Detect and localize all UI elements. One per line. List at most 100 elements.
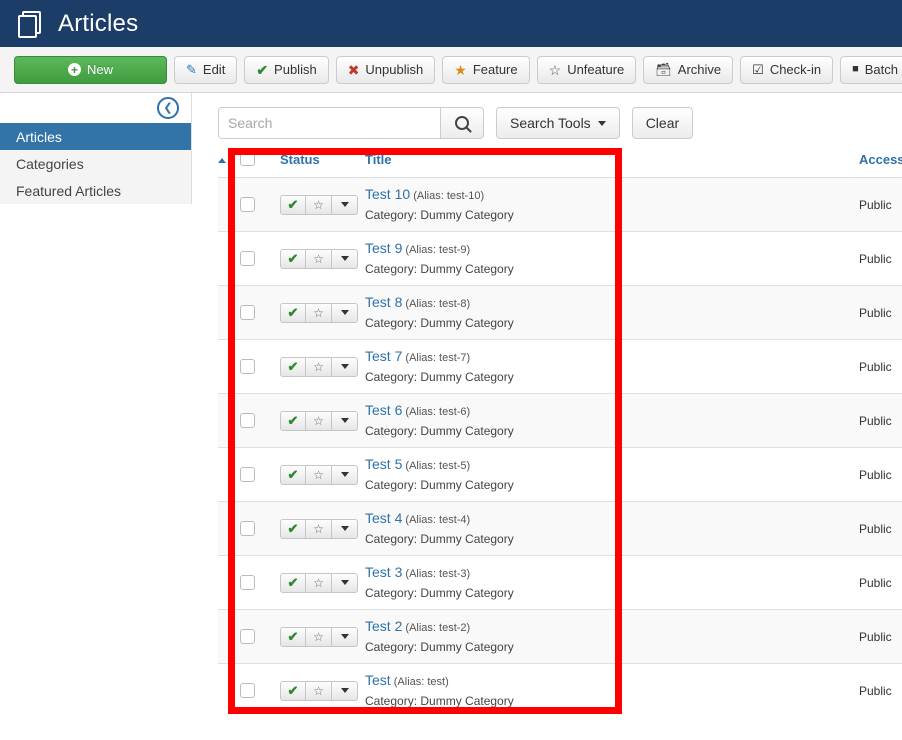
sidebar-item-featured-articles[interactable]: Featured Articles <box>0 177 191 204</box>
feature-button[interactable]: ★ Feature <box>442 56 529 84</box>
row-checkbox[interactable] <box>240 629 255 644</box>
unfeature-button[interactable]: ☆ Unfeature <box>537 56 637 84</box>
article-title-link[interactable]: Test 3 <box>365 564 402 580</box>
caret-down-icon <box>341 580 349 585</box>
feature-toggle-button[interactable]: ☆ <box>306 627 332 647</box>
article-title-link[interactable]: Test 8 <box>365 294 402 310</box>
article-title-link[interactable]: Test 7 <box>365 348 402 364</box>
chevron-down-icon <box>598 121 606 126</box>
sort-column-header[interactable] <box>218 151 240 178</box>
publish-toggle-button[interactable]: ✔ <box>280 357 306 377</box>
feature-toggle-button[interactable]: ☆ <box>306 411 332 431</box>
star-outline-icon: ☆ <box>313 468 324 482</box>
feature-toggle-button[interactable]: ☆ <box>306 573 332 593</box>
row-checkbox[interactable] <box>240 197 255 212</box>
archive-button[interactable]: 🗃 Archive <box>643 56 733 84</box>
feature-toggle-button[interactable]: ☆ <box>306 357 332 377</box>
row-actions-dropdown-button[interactable] <box>332 411 358 431</box>
feature-toggle-button[interactable]: ☆ <box>306 465 332 485</box>
check-icon: ✔ <box>256 63 268 77</box>
publish-toggle-button[interactable]: ✔ <box>280 195 306 215</box>
publish-toggle-button[interactable]: ✔ <box>280 249 306 269</box>
row-access-cell: Public <box>859 340 902 394</box>
title-line: Test 8 (Alias: test-8) <box>365 294 859 313</box>
row-checkbox[interactable] <box>240 359 255 374</box>
publish-toggle-button[interactable]: ✔ <box>280 519 306 539</box>
row-checkbox[interactable] <box>240 413 255 428</box>
table-row: ✔☆Test 7 (Alias: test-7)Category: Dummy … <box>218 340 902 394</box>
row-actions-dropdown-button[interactable] <box>332 519 358 539</box>
article-title-link[interactable]: Test 6 <box>365 402 402 418</box>
feature-toggle-button[interactable]: ☆ <box>306 519 332 539</box>
edit-button-label: Edit <box>203 62 225 77</box>
caret-down-icon <box>341 202 349 207</box>
publish-toggle-button[interactable]: ✔ <box>280 465 306 485</box>
publish-toggle-button[interactable]: ✔ <box>280 573 306 593</box>
row-actions-dropdown-button[interactable] <box>332 249 358 269</box>
search-tools-button[interactable]: Search Tools <box>496 107 620 139</box>
row-checkbox[interactable] <box>240 683 255 698</box>
title-column-header[interactable]: Title <box>365 151 700 178</box>
check-icon: ✔ <box>288 305 299 321</box>
row-checkbox[interactable] <box>240 305 255 320</box>
row-actions-dropdown-button[interactable] <box>332 573 358 593</box>
row-actions-dropdown-button[interactable] <box>332 195 358 215</box>
publish-button[interactable]: ✔ Publish <box>244 56 328 84</box>
row-checkbox[interactable] <box>240 467 255 482</box>
row-checkbox[interactable] <box>240 251 255 266</box>
status-column-header[interactable]: Status <box>280 151 365 178</box>
row-actions-dropdown-button[interactable] <box>332 681 358 701</box>
unpublish-button[interactable]: ✖ Unpublish <box>336 56 436 84</box>
feature-toggle-button[interactable]: ☆ <box>306 303 332 323</box>
article-title-link[interactable]: Test <box>365 672 391 688</box>
article-title-link[interactable]: Test 2 <box>365 618 402 634</box>
edit-button[interactable]: ✎ Edit <box>174 56 237 84</box>
pencil-square-icon: ✎ <box>186 63 197 76</box>
article-title-link[interactable]: Test 5 <box>365 456 402 472</box>
row-actions-dropdown-button[interactable] <box>332 627 358 647</box>
title-line: Test 9 (Alias: test-9) <box>365 240 859 259</box>
checkbox-checked-icon: ☑ <box>752 63 764 76</box>
row-checkbox[interactable] <box>240 575 255 590</box>
publish-toggle-button[interactable]: ✔ <box>280 411 306 431</box>
status-button-group: ✔☆ <box>280 519 358 539</box>
article-title-link[interactable]: Test 4 <box>365 510 402 526</box>
clear-button[interactable]: Clear <box>632 107 693 139</box>
publish-toggle-button[interactable]: ✔ <box>280 303 306 323</box>
title-line: Test 5 (Alias: test-5) <box>365 456 859 475</box>
article-title-link[interactable]: Test 10 <box>365 186 410 202</box>
row-select-cell <box>240 232 280 286</box>
search-input[interactable] <box>218 107 440 139</box>
sidebar-item-categories[interactable]: Categories <box>0 150 191 177</box>
select-all-checkbox[interactable] <box>240 151 255 166</box>
star-outline-icon: ☆ <box>549 63 562 77</box>
access-column-header[interactable]: Access <box>859 151 902 178</box>
title-line: Test 3 (Alias: test-3) <box>365 564 859 583</box>
row-title-cell: Test 6 (Alias: test-6)Category: Dummy Ca… <box>365 394 859 448</box>
row-drag-cell <box>218 664 240 718</box>
article-title-link[interactable]: Test 9 <box>365 240 402 256</box>
row-checkbox[interactable] <box>240 521 255 536</box>
star-filled-icon: ★ <box>454 63 467 77</box>
batch-button[interactable]: ■ Batch <box>840 56 902 84</box>
article-alias: (Alias: test-10) <box>410 190 484 202</box>
search-tools-label: Search Tools <box>510 115 591 131</box>
feature-toggle-button[interactable]: ☆ <box>306 681 332 701</box>
search-submit-button[interactable] <box>440 107 484 139</box>
row-actions-dropdown-button[interactable] <box>332 357 358 377</box>
search-box <box>218 107 484 139</box>
row-access-cell: Public <box>859 664 902 718</box>
publish-toggle-button[interactable]: ✔ <box>280 681 306 701</box>
row-actions-dropdown-button[interactable] <box>332 465 358 485</box>
feature-toggle-button[interactable]: ☆ <box>306 249 332 269</box>
status-button-group: ✔☆ <box>280 249 358 269</box>
title-line: Test 4 (Alias: test-4) <box>365 510 859 529</box>
publish-toggle-button[interactable]: ✔ <box>280 627 306 647</box>
sidebar-item-articles[interactable]: Articles <box>0 123 191 150</box>
circle-left-arrow-icon[interactable]: ❮ <box>157 97 179 119</box>
row-actions-dropdown-button[interactable] <box>332 303 358 323</box>
checkin-button[interactable]: ☑ Check-in <box>740 56 833 84</box>
new-button[interactable]: + New <box>14 56 167 84</box>
table-row: ✔☆ Test 6 (Alias: test-6)Category: Dummy … <box>218 394 902 448</box>
feature-toggle-button[interactable]: ☆ <box>306 195 332 215</box>
